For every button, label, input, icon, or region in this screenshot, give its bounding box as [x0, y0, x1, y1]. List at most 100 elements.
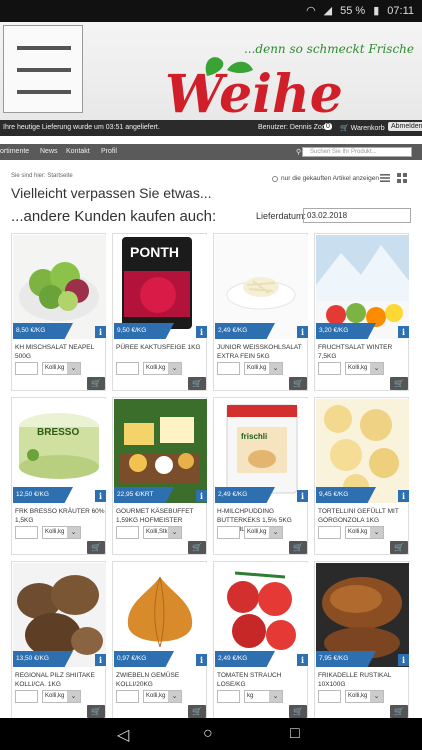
unit-select[interactable]: Kolli,kg ⌄ [244, 362, 283, 375]
product-card[interactable]: PONTH 9,50 €/KG i PÜREE KAKTUSFEIGE 1KG Koll… [112, 233, 207, 391]
quantity-input[interactable] [217, 526, 240, 539]
quantity-input[interactable] [116, 690, 139, 703]
list-view-icon[interactable] [380, 173, 390, 183]
chevron-down-icon[interactable]: ⌄ [370, 363, 383, 374]
chevron-down-icon[interactable]: ⌄ [269, 691, 282, 702]
add-to-cart-button[interactable]: 🛒 [188, 541, 206, 554]
quantity-input[interactable] [318, 526, 341, 539]
product-card[interactable]: 7,95 €/KG i FRIKADELLE RUSTIKAL 10X100G Kol… [314, 561, 409, 719]
info-icon[interactable]: i [297, 326, 308, 338]
quantity-input[interactable] [116, 362, 139, 375]
search-input[interactable]: Suchen Sie Ihr Produkt... [302, 147, 412, 157]
home-icon[interactable]: ○ [203, 725, 213, 743]
grid-view-icon[interactable] [397, 173, 407, 183]
add-to-cart-button[interactable]: 🛒 [289, 705, 307, 718]
unit-select[interactable]: Kolli,kg ⌄ [345, 690, 384, 703]
info-icon[interactable]: i [196, 490, 207, 502]
info-icon[interactable]: i [95, 490, 106, 502]
chevron-down-icon[interactable]: ⌄ [269, 527, 282, 538]
add-to-cart-button[interactable]: 🛒 [188, 705, 206, 718]
product-name[interactable]: KH MISCHSALAT NEAPEL 500G [15, 343, 105, 361]
info-icon[interactable]: i [398, 654, 409, 666]
unit-select[interactable]: kg ⌄ [244, 690, 283, 703]
product-name[interactable]: GOURMET KÄSEBUFFET 1,59KG HOFMEISTER [116, 507, 206, 525]
info-icon[interactable]: i [196, 326, 207, 338]
product-card[interactable]: 8,50 €/KG i KH MISCHSALAT NEAPEL 500G Kolli… [11, 233, 106, 391]
unit-select[interactable]: Kolli,kg ⌄ [42, 690, 81, 703]
quantity-input[interactable] [15, 362, 38, 375]
chevron-down-icon[interactable]: ⌄ [67, 363, 80, 374]
add-to-cart-button[interactable]: 🛒 [390, 705, 408, 718]
quantity-input[interactable] [318, 362, 341, 375]
purchased-filter[interactable]: nur die gekauften Artikel anzeigen [272, 175, 379, 182]
product-name[interactable]: REGIONAL PILZ SHIITAKE KOLLI/CA. 1KG [15, 671, 105, 689]
chevron-down-icon[interactable]: ⌄ [168, 363, 181, 374]
add-to-cart-button[interactable]: 🛒 [390, 377, 408, 390]
quantity-input[interactable] [15, 690, 38, 703]
unit-select[interactable]: Kolli,kg ⌄ [143, 362, 182, 375]
chevron-down-icon[interactable]: ⌄ [269, 363, 282, 374]
cart-link[interactable]: 🛒 Warenkorb [340, 124, 385, 132]
info-icon[interactable]: i [95, 654, 106, 666]
logout-button[interactable]: Abmelden [388, 122, 422, 131]
chevron-down-icon[interactable]: ⌄ [67, 691, 80, 702]
back-icon[interactable]: ◁ [117, 725, 129, 745]
unit-select[interactable]: Kolli,kg ⌄ [345, 526, 384, 539]
add-to-cart-button[interactable]: 🛒 [87, 541, 105, 554]
nav-item-news[interactable]: News [40, 148, 58, 155]
unit-select[interactable]: Kolli,kg ⌄ [244, 526, 283, 539]
product-card[interactable]: BRESSO 12,50 €/KG i FRK BRESSO KRÄUTER 60% … [11, 397, 106, 555]
product-card[interactable]: 13,50 €/KG i REGIONAL PILZ SHIITAKE KOLLI/… [11, 561, 106, 719]
unit-select[interactable]: Kolli,kg ⌄ [42, 526, 81, 539]
chevron-down-icon[interactable]: ⌄ [168, 527, 181, 538]
quantity-input[interactable] [318, 690, 341, 703]
info-icon[interactable]: i [196, 654, 207, 666]
product-card[interactable]: 22,95 €/KRT i GOURMET KÄSEBUFFET 1,59KG HO… [112, 397, 207, 555]
unit-select[interactable]: Kolli,kg ⌄ [42, 362, 81, 375]
unit-select[interactable]: Kolli,kg ⌄ [143, 690, 182, 703]
product-card[interactable]: 9,45 €/KG i TORTELLINI GEFÜLLT MIT GORGONZ… [314, 397, 409, 555]
product-card[interactable]: 2,49 €/KG i JUNIOR WEISSKOHLSALAT EXTRA FE… [213, 233, 308, 391]
add-to-cart-button[interactable]: 🛒 [87, 705, 105, 718]
product-name[interactable]: FRK BRESSO KRÄUTER 60% 1,5KG [15, 507, 105, 525]
product-card[interactable]: 0,97 €/KG i ZWIEBELN GEMÜSE KOLLI/20KG Koll… [112, 561, 207, 719]
add-to-cart-button[interactable]: 🛒 [289, 377, 307, 390]
product-card[interactable]: frischli 2,49 €/KG i H-MILCHPUDDING BUTTERK… [213, 397, 308, 555]
recents-icon[interactable]: □ [290, 725, 300, 743]
add-to-cart-button[interactable]: 🛒 [188, 377, 206, 390]
info-icon[interactable]: i [398, 326, 409, 338]
radio-icon[interactable] [272, 175, 278, 182]
info-icon[interactable]: i [297, 654, 308, 666]
nav-item-sortimente[interactable]: ortimente [0, 148, 29, 155]
product-name[interactable]: PÜREE KAKTUSFEIGE 1KG [116, 343, 206, 352]
chevron-down-icon[interactable]: ⌄ [67, 527, 80, 538]
product-card[interactable]: 2,49 €/KG i TOMATEN STRAUCH LOSE/KG kg ⌄ 🛒 [213, 561, 308, 719]
info-icon[interactable]: i [398, 490, 409, 502]
info-icon[interactable]: i [297, 490, 308, 502]
add-to-cart-button[interactable]: 🛒 [390, 541, 408, 554]
nav-item-kontakt[interactable]: Kontakt [66, 148, 90, 155]
add-to-cart-button[interactable]: 🛒 [289, 541, 307, 554]
chevron-down-icon[interactable]: ⌄ [370, 527, 383, 538]
product-name[interactable]: FRIKADELLE RUSTIKAL 10X100G [318, 671, 408, 689]
weihe-logo[interactable]: Weihe [165, 48, 405, 118]
unit-select[interactable]: Kolli,kg ⌄ [345, 362, 384, 375]
hamburger-menu-button[interactable] [3, 25, 83, 113]
quantity-input[interactable] [217, 362, 240, 375]
product-name[interactable]: ZWIEBELN GEMÜSE KOLLI/20KG [116, 671, 206, 689]
unit-select[interactable]: Kolli,Stk ⌄ [143, 526, 182, 539]
product-name[interactable]: JUNIOR WEISSKOHLSALAT EXTRA FEIN 5KG [217, 343, 307, 361]
chevron-down-icon[interactable]: ⌄ [168, 691, 181, 702]
chevron-down-icon[interactable]: ⌄ [370, 691, 383, 702]
quantity-input[interactable] [217, 690, 240, 703]
product-name[interactable]: FRUCHTSALAT WINTER 7,5KG [318, 343, 408, 361]
product-card[interactable]: 3,20 €/KG i FRUCHTSALAT WINTER 7,5KG Kolli,… [314, 233, 409, 391]
add-to-cart-button[interactable]: 🛒 [87, 377, 105, 390]
delivery-date-input[interactable]: 03.02.2018 [303, 208, 411, 223]
product-name[interactable]: TORTELLINI GEFÜLLT MIT GORGONZOLA 1KG [318, 507, 408, 525]
nav-item-profil[interactable]: Profil [101, 148, 117, 155]
product-name[interactable]: TOMATEN STRAUCH LOSE/KG [217, 671, 307, 689]
quantity-input[interactable] [15, 526, 38, 539]
quantity-input[interactable] [116, 526, 139, 539]
info-icon[interactable]: i [95, 326, 106, 338]
